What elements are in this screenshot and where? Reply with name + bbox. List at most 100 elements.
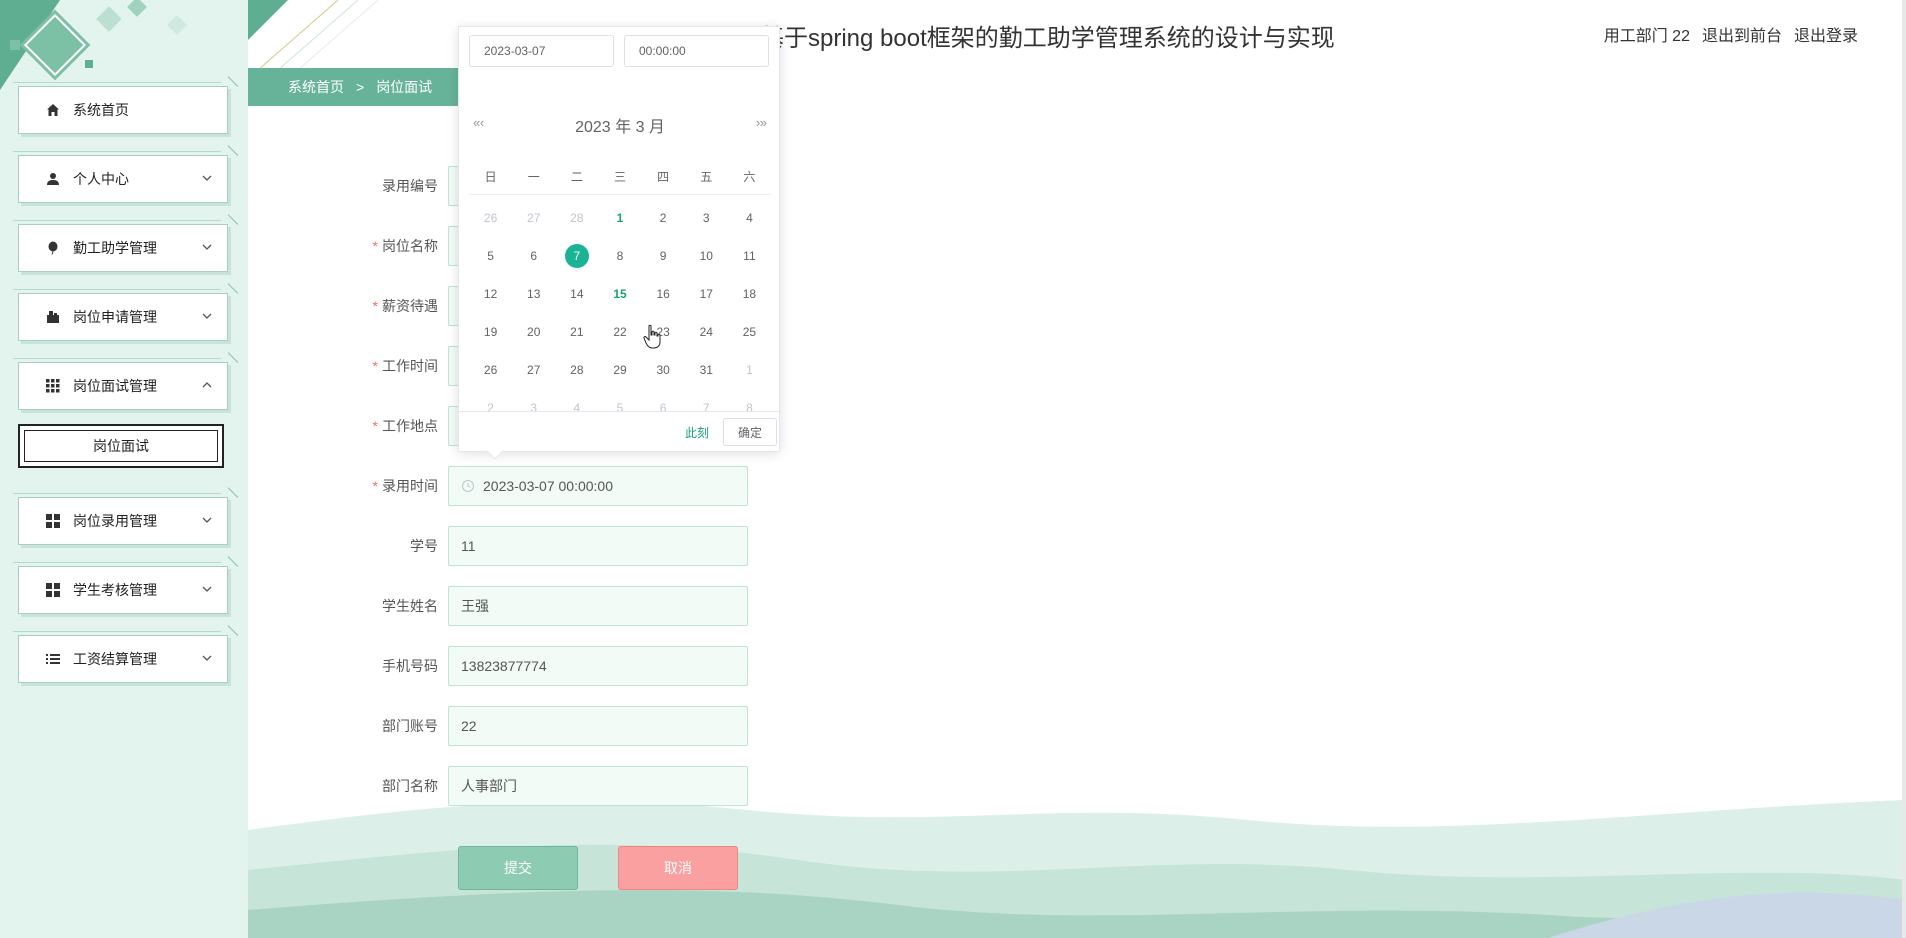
calendar-day[interactable]: 28 [555, 351, 598, 389]
calendar-day[interactable]: 17 [685, 275, 728, 313]
calendar-day[interactable]: 1 [598, 199, 641, 237]
calendar-day[interactable]: 8 [598, 237, 641, 275]
calendar-day-number: 4 [746, 211, 753, 225]
breadcrumb-home[interactable]: 系统首页 [288, 77, 344, 97]
calendar-day[interactable]: 14 [555, 275, 598, 313]
calendar-day[interactable]: 9 [642, 237, 685, 275]
calendar-day-number: 28 [570, 211, 584, 225]
calendar-day[interactable]: 21 [555, 313, 598, 351]
calendar-day[interactable]: 24 [685, 313, 728, 351]
sidebar-item-label: 工资结算管理 [73, 651, 157, 667]
dept-name-input[interactable]: 人事部门 [448, 766, 748, 806]
calendar-day-number: 1 [746, 363, 753, 377]
calendar-week-row: 26 27 28 29 30 31 1 [469, 351, 771, 389]
calendar-day[interactable]: 25 [728, 313, 771, 351]
field-label: 部门名称 [382, 778, 438, 794]
user-info: 用工部门 22 [1603, 28, 1690, 45]
calendar-day-number: 6 [530, 249, 538, 263]
calendar-day[interactable]: 26 [469, 199, 512, 237]
calendar-day[interactable]: 18 [728, 275, 771, 313]
tiles-icon [45, 582, 61, 598]
datetime-picker: 2023-03-07 00:00:00 « ‹ 2023 年 3 月 › » 日… [458, 26, 781, 460]
chevron-up-icon [202, 382, 212, 388]
calendar-day[interactable]: 27 [512, 199, 555, 237]
dept-account-input[interactable]: 22 [448, 706, 748, 746]
calendar-day[interactable]: 3 [685, 199, 728, 237]
calendar-day[interactable]: 5 [469, 237, 512, 275]
sidebar-item-interview[interactable]: 岗位面试管理 [13, 358, 228, 410]
weekday-label: 日 [484, 170, 497, 184]
chevron-down-icon [202, 517, 212, 523]
calendar-day[interactable]: 27 [512, 351, 555, 389]
field-label: * 工作地点 [372, 418, 438, 434]
calendar-day[interactable]: 2 [642, 199, 685, 237]
next-year-icon[interactable]: › » [756, 115, 767, 130]
calendar-day-number: 27 [527, 211, 541, 225]
calendar-day[interactable]: 31 [685, 351, 728, 389]
logout-link[interactable]: 退出登录 [1794, 22, 1858, 46]
calendar-day[interactable]: 12 [469, 275, 512, 313]
field-label: 部门账号 [382, 718, 438, 734]
calendar-day-number: 13 [527, 287, 541, 301]
calendar-week-row: 12 13 14 15 16 17 18 [469, 275, 771, 313]
cancel-button[interactable]: 取消 [618, 846, 738, 890]
phone-input[interactable]: 13823877774 [448, 646, 748, 686]
calendar-day-number: 7 [564, 244, 589, 268]
back-to-frontend-link[interactable]: 退出到前台 [1702, 22, 1782, 46]
weekday-header: 日一二三四五六 [469, 165, 771, 195]
calendar-day[interactable]: 4 [728, 199, 771, 237]
sidebar-item-label: 岗位录用管理 [73, 513, 157, 529]
calendar-day[interactable]: 1 [728, 351, 771, 389]
calendar-day[interactable]: 26 [469, 351, 512, 389]
calendar-day[interactable]: 11 [728, 237, 771, 275]
calendar-day[interactable]: 30 [642, 351, 685, 389]
hire-time-picker-input[interactable]: 2023-03-07 00:00:00 [448, 466, 748, 506]
calendar-day-number: 8 [616, 249, 624, 263]
calendar-day[interactable]: 13 [512, 275, 555, 313]
student-name-input[interactable]: 王强 [448, 586, 748, 626]
user-icon [45, 171, 61, 187]
picker-footer: 此刻 确定 [459, 411, 781, 451]
field-label: * 薪资待遇 [372, 298, 438, 314]
scrollbar[interactable] [1902, 0, 1906, 938]
sidebar-item-job-application[interactable]: 岗位申请管理 [13, 289, 228, 341]
breadcrumb-separator: > [356, 79, 365, 95]
sidebar-item-label: 勤工助学管理 [73, 240, 157, 256]
student-id-input[interactable]: 11 [448, 526, 748, 566]
calendar-day[interactable]: 20 [512, 313, 555, 351]
hire-time-value: 2023-03-07 00:00:00 [483, 478, 613, 494]
sidebar-item-profile[interactable]: 个人中心 [13, 151, 228, 203]
calendar-day-number: 12 [483, 287, 498, 301]
calendar-day[interactable]: 15 [598, 275, 641, 313]
calendar-week-row: 26 27 28 1 2 3 4 [469, 199, 771, 237]
confirm-button[interactable]: 确定 [723, 418, 777, 446]
picker-date-input[interactable]: 2023-03-07 [469, 35, 614, 67]
sidebar-item-salary[interactable]: 工资结算管理 [13, 631, 228, 683]
calendar-day[interactable]: 22 [598, 313, 641, 351]
submit-button[interactable]: 提交 [458, 846, 578, 890]
sidebar-item-assessment[interactable]: 学生考核管理 [13, 562, 228, 614]
sidebar-item-work-study[interactable]: 勤工助学管理 [13, 220, 228, 272]
list-icon [45, 651, 61, 667]
calendar-day-number: 22 [613, 325, 627, 339]
calendar-day-number: 27 [527, 363, 541, 377]
calendar-day-number: 20 [527, 325, 541, 339]
calendar-day[interactable]: 6 [512, 237, 555, 275]
field-label: 学号 [410, 538, 438, 554]
calendar-day[interactable]: 16 [642, 275, 685, 313]
sidebar-item-home[interactable]: 系统首页 [13, 82, 228, 134]
sidebar-subitem-interview[interactable]: 岗位面试 [18, 424, 224, 468]
calendar-day[interactable]: 29 [598, 351, 641, 389]
calendar-day-number: 17 [699, 287, 713, 301]
header-links: 用工部门 22 退出到前台 退出登录 [1604, 22, 1858, 46]
form-row-student-name: 学生姓名 王强 [360, 586, 748, 626]
sidebar-item-hiring[interactable]: 岗位录用管理 [13, 493, 228, 545]
calendar-day-number: 26 [483, 211, 498, 225]
calendar-day[interactable]: 19 [469, 313, 512, 351]
calendar-day[interactable]: 10 [685, 237, 728, 275]
form-row-dept-name: 部门名称 人事部门 [360, 766, 748, 806]
calendar-day[interactable]: 28 [555, 199, 598, 237]
now-button[interactable]: 此刻 [685, 424, 709, 441]
picker-time-input[interactable]: 00:00:00 [624, 35, 769, 67]
calendar-day[interactable]: 7 [555, 237, 598, 275]
